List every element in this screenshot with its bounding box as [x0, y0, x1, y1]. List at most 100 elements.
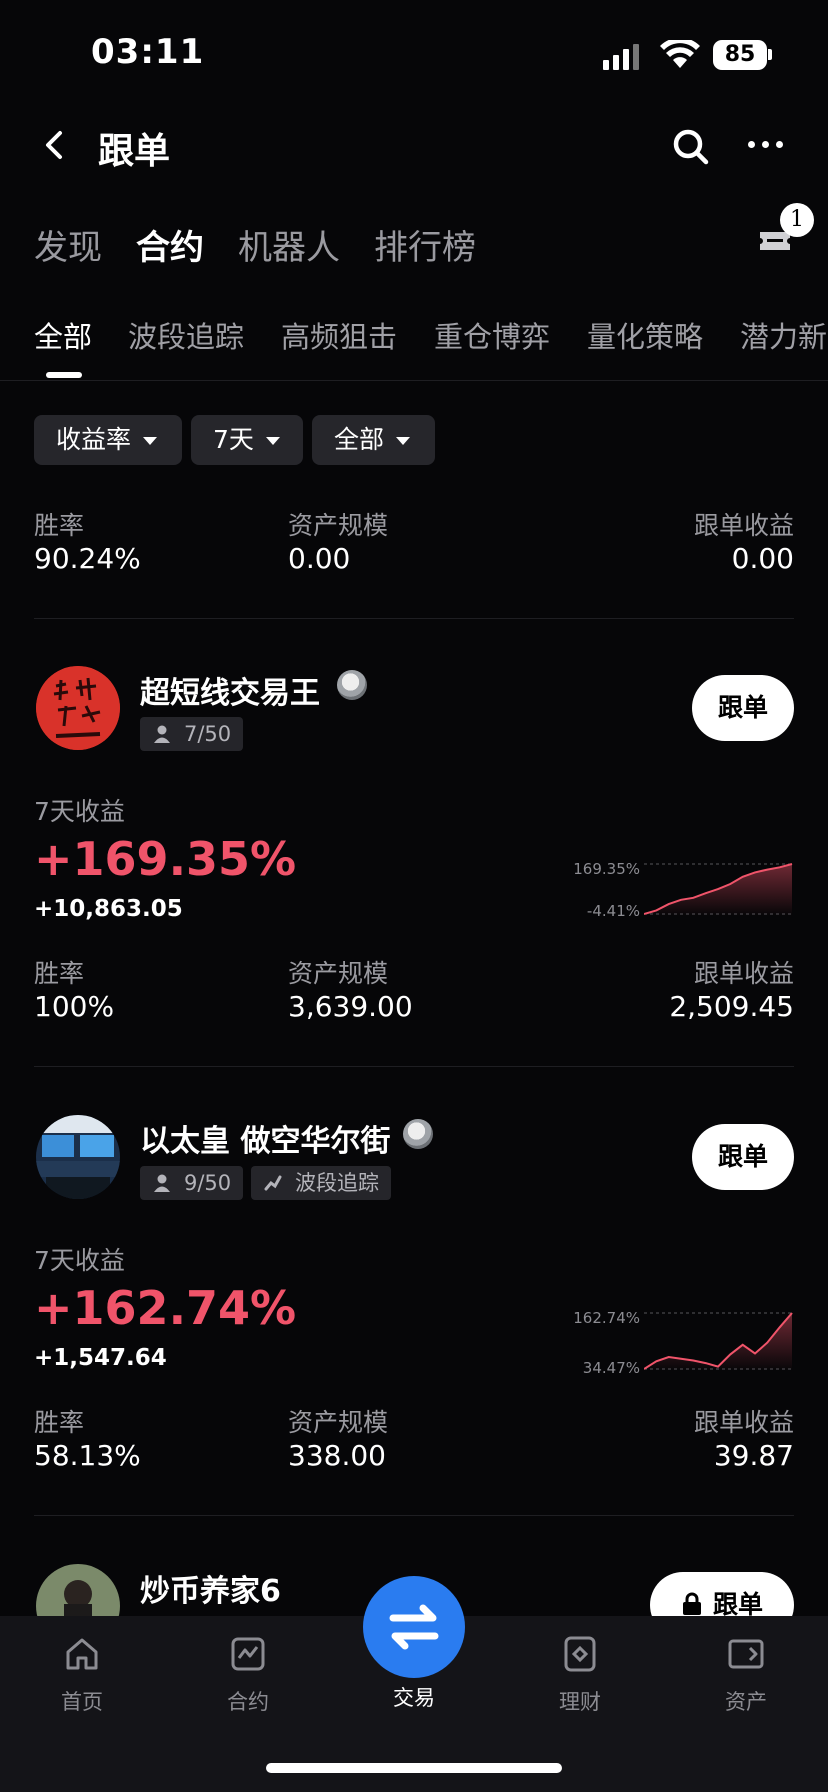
cellular-signal-icon [603, 44, 649, 70]
aum-label: 资产规模 [288, 959, 389, 988]
style-tag: 波段追踪 [251, 1166, 391, 1200]
follow-button[interactable]: 跟单 [692, 675, 794, 741]
subtab-all[interactable]: 全部 [34, 314, 92, 356]
back-icon[interactable] [40, 130, 68, 159]
summary-copy-profit-label: 跟单收益 [693, 511, 794, 540]
sparkline-area [644, 1313, 792, 1371]
battery-icon: 85 [713, 40, 767, 70]
pnl-value: +10,863.05 [34, 896, 183, 922]
wealth-icon [564, 1636, 596, 1672]
period-return-label: 7天收益 [34, 797, 125, 826]
period-filter-label: 7天 [213, 425, 254, 454]
trader-name[interactable]: 超短线交易王 [140, 668, 320, 712]
chart-icon [231, 1637, 265, 1671]
win-rate-value: 58.13% [34, 1439, 141, 1472]
return-sparkline [644, 1312, 794, 1371]
subtab-quant[interactable]: 量化策略 [587, 314, 703, 356]
trader-avatar[interactable] [36, 1115, 120, 1199]
caret-down-icon [265, 437, 280, 445]
more-icon[interactable] [748, 141, 788, 149]
aum-value: 338.00 [288, 1439, 386, 1472]
subtab-swing[interactable]: 波段追踪 [128, 314, 244, 356]
card-divider [34, 1066, 794, 1067]
trader-name[interactable]: 炒币养家6 [140, 1566, 281, 1610]
scope-filter[interactable]: 全部 [312, 415, 435, 465]
card-divider [34, 1515, 794, 1516]
tab-contract[interactable]: 合约 [136, 220, 204, 269]
silver-medal-icon [337, 670, 367, 700]
nav-home-label: 首页 [61, 1690, 103, 1714]
nav-assets[interactable]: 资产 [696, 1634, 796, 1716]
lock-icon [682, 1592, 701, 1615]
silver-medal-icon [403, 1119, 433, 1149]
sparkline-low-label: 34.47% [582, 1359, 640, 1377]
swing-icon [264, 1175, 282, 1191]
summary-aum-label: 资产规模 [288, 511, 389, 540]
summary-copy-profit: 0.00 [731, 542, 794, 575]
subtab-high-frequency[interactable]: 高频狙击 [281, 314, 397, 356]
copy-profit-label: 跟单收益 [693, 959, 794, 988]
win-rate-label: 胜率 [34, 1408, 85, 1437]
sparkline-high-label: 169.35% [573, 860, 640, 878]
copy-profit-value: 2,509.45 [669, 990, 794, 1023]
copy-profit-label: 跟单收益 [693, 1408, 794, 1437]
trader-avatar[interactable] [36, 666, 120, 750]
pnl-value: +1,547.64 [34, 1345, 167, 1371]
period-filter[interactable]: 7天 [191, 415, 303, 465]
sparkline-high-label: 162.74% [573, 1309, 640, 1327]
followers-count: 9/50 [184, 1171, 232, 1195]
summary-win-rate-label: 胜率 [34, 511, 85, 540]
subtab-potential[interactable]: 潜力新 [740, 314, 827, 356]
sort-filter[interactable]: 收益率 [34, 415, 182, 465]
status-time: 03:11 [91, 32, 205, 72]
tab-bot[interactable]: 机器人 [238, 220, 340, 269]
scope-filter-label: 全部 [334, 425, 385, 454]
nav-wealth[interactable]: 理财 [530, 1634, 630, 1716]
nav-trade-label: 交易 [393, 1686, 435, 1710]
win-rate-value: 100% [34, 990, 115, 1023]
section-divider [34, 618, 794, 619]
notification-badge: 1 [780, 203, 814, 237]
sort-filter-label: 收益率 [56, 425, 132, 454]
followers-tag: 7/50 [140, 717, 244, 751]
page-title: 跟单 [98, 131, 171, 172]
nav-assets-label: 资产 [725, 1690, 767, 1714]
nav-wealth-label: 理财 [559, 1690, 601, 1714]
subtab-heavy-position[interactable]: 重仓博弈 [434, 314, 550, 356]
copy-profit-value: 39.87 [713, 1439, 794, 1472]
summary-win-rate: 90.24% [34, 542, 141, 575]
caret-down-icon [143, 437, 158, 445]
nav-contract[interactable]: 合约 [198, 1634, 298, 1716]
period-return-label: 7天收益 [34, 1246, 125, 1275]
nav-home[interactable]: 首页 [32, 1634, 132, 1716]
active-tab-indicator [46, 372, 82, 378]
summary-aum: 0.00 [288, 542, 351, 575]
search-icon[interactable] [672, 128, 710, 170]
nav-contract-label: 合约 [227, 1690, 269, 1714]
follow-button[interactable]: 跟单 [692, 1124, 794, 1190]
user-icon [154, 1174, 170, 1192]
wifi-icon [660, 37, 700, 74]
roi-value: +162.74% [34, 1281, 297, 1335]
wallet-icon [728, 1639, 764, 1669]
home-indicator [266, 1763, 562, 1773]
tabs-divider [0, 380, 828, 381]
follow-button-label: 跟单 [712, 1590, 763, 1619]
sparkline-low-label: -4.41% [586, 902, 640, 920]
aum-value: 3,639.00 [288, 990, 413, 1023]
followers-count: 7/50 [184, 722, 232, 746]
caret-down-icon [396, 437, 411, 445]
user-icon [154, 725, 170, 743]
win-rate-label: 胜率 [34, 959, 85, 988]
home-icon [66, 1638, 98, 1670]
followers-tag: 9/50 [140, 1166, 244, 1200]
tab-leaderboard[interactable]: 排行榜 [374, 220, 476, 269]
nav-trade[interactable]: 交易 [364, 1634, 464, 1712]
roi-value: +169.35% [34, 832, 297, 886]
style-tag-label: 波段追踪 [295, 1171, 379, 1195]
battery-tip [768, 49, 772, 60]
aum-label: 资产规模 [288, 1408, 389, 1437]
tab-discover[interactable]: 发现 [34, 220, 102, 269]
return-sparkline [644, 863, 794, 916]
trader-name[interactable]: 以太皇 做空华尔街 [140, 1116, 390, 1160]
